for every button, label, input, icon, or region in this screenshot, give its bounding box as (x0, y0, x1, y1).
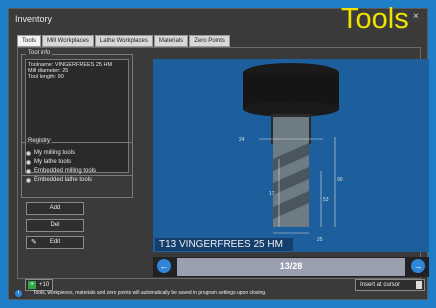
dim-height-c: 90 (337, 177, 343, 183)
title-bar: Inventory Tools × (9, 3, 427, 35)
registry-legend: Registry (26, 138, 53, 144)
prev-arrow-icon[interactable]: ← (157, 259, 171, 273)
counter-bar: 13/28 (177, 258, 405, 276)
tool-drawing: 24 17 53 90 25 (239, 63, 343, 243)
radio-icon[interactable] (26, 151, 31, 156)
tool-info-legend: Tool info (26, 50, 53, 56)
tool-counter: 13/28 (279, 261, 303, 271)
tab-zero-points[interactable]: Zero Points (189, 35, 230, 47)
registry-group: Registry My milling tools My lathe tools… (21, 138, 133, 198)
dim-bottom-width: 25 (317, 237, 323, 243)
wrench-icon: ✎ (31, 239, 37, 246)
dim-top-width: 24 (239, 137, 245, 143)
del-button[interactable]: Del (26, 219, 84, 232)
tab-bar: Tools Mill Workplaces Lathe Workplaces M… (17, 35, 231, 47)
caption-box: T13 VINGERFREES 25 HM (155, 238, 293, 251)
tools-heading: Tools (341, 3, 409, 35)
document-icon (416, 281, 422, 289)
edit-button[interactable]: ✎ Edit (26, 236, 84, 249)
dim-height-a: 17 (269, 191, 275, 197)
insert-label: Insert at cursor (360, 282, 401, 288)
registry-my-milling[interactable]: My milling tools (24, 149, 96, 158)
dim-height-b: 53 (323, 197, 329, 203)
close-icon[interactable]: × (413, 11, 419, 22)
radio-icon[interactable] (26, 160, 31, 165)
info-length: Tool length: 90 (28, 74, 64, 80)
registry-item-label: Embedded milling tools (34, 168, 97, 174)
next-arrow-icon[interactable]: → (411, 259, 425, 273)
radio-icon[interactable] (26, 178, 31, 183)
status-text: Tools, workpieces, materials and zero po… (33, 290, 267, 296)
tab-lathe-workplaces[interactable]: Lathe Workplaces (94, 35, 153, 47)
plus-ten-label: +10 (39, 282, 50, 288)
add-button[interactable]: Add (26, 202, 84, 215)
edit-label: Edit (49, 239, 61, 245)
window-title: Inventory (15, 14, 53, 24)
status-bar: i Tools, workpieces, materials and zero … (9, 290, 427, 301)
tool-viewer[interactable]: 24 17 53 90 25 T13 VINGERFREES 25 HM (153, 59, 429, 252)
registry-item-label: Embedded lathe tools (34, 177, 93, 183)
registry-item-label: My milling tools (34, 150, 76, 156)
info-icon: i (15, 290, 22, 297)
registry-my-lathe[interactable]: My lathe tools (24, 158, 96, 167)
tool-caption: T13 VINGERFREES 25 HM (159, 239, 283, 250)
tab-materials[interactable]: Materials (153, 35, 189, 47)
tab-tools[interactable]: Tools (17, 35, 42, 47)
tab-mill-workplaces[interactable]: Mill Workplaces (42, 35, 94, 47)
registry-item-label: My lathe tools (34, 159, 72, 165)
inventory-window: Inventory Tools × Tools Mill Workplaces … (8, 3, 429, 301)
registry-embedded-milling[interactable]: Embedded milling tools (24, 167, 96, 176)
insert-at-cursor-button[interactable]: Insert at cursor (355, 279, 425, 291)
plus-icon: + (28, 281, 36, 289)
registry-embedded-lathe[interactable]: Embedded lathe tools (24, 176, 96, 185)
tool-navigation: ← 13/28 → (153, 257, 429, 277)
radio-icon[interactable] (26, 169, 31, 174)
